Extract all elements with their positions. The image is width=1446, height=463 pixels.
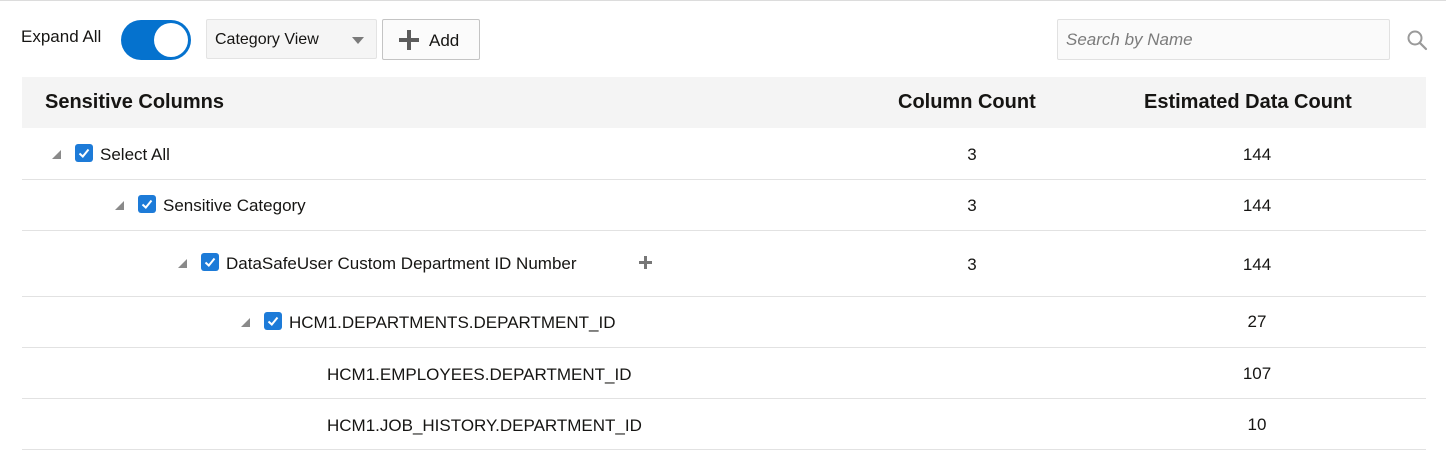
add-button[interactable]: Add [382,19,480,60]
row-checkbox[interactable] [264,312,282,330]
expand-triangle-icon[interactable] [52,150,61,159]
toggle-knob [154,23,188,57]
row-estimated-data-count: 10 [1247,415,1267,434]
table-row[interactable]: DataSafeUser Custom Department ID Number… [22,230,1426,297]
view-select[interactable]: Category View [206,19,377,59]
header-estimated-data-count[interactable]: Estimated Data Count [1144,91,1352,114]
row-column-count: 3 [967,255,977,274]
plus-icon [399,30,419,50]
table-row[interactable]: HCM1.EMPLOYEES.DEPARTMENT_ID 107 [22,347,1426,399]
select-all-checkbox[interactable] [75,144,93,162]
expand-triangle-icon[interactable] [241,318,250,327]
header-sensitive-columns[interactable]: Sensitive Columns [45,91,224,114]
row-estimated-data-count: 144 [1242,255,1272,274]
row-name: Sensitive Category [163,196,306,215]
row-name: HCM1.EMPLOYEES.DEPARTMENT_ID [327,365,632,384]
row-checkbox[interactable] [138,195,156,213]
expand-triangle-icon[interactable] [115,201,124,210]
row-name: Select All [100,145,170,164]
table-row[interactable]: Sensitive Category 3 144 [22,179,1426,231]
toolbar: Expand All Category View Add [0,0,1446,78]
table-row[interactable]: HCM1.JOB_HISTORY.DEPARTMENT_ID 10 [22,398,1426,450]
row-estimated-data-count: 27 [1247,312,1267,331]
plus-icon[interactable] [639,256,652,269]
chevron-down-icon [352,37,364,44]
row-column-count: 3 [967,196,977,215]
header-column-count[interactable]: Column Count [898,91,1036,114]
expand-all-toggle[interactable] [121,20,191,60]
expand-triangle-icon[interactable] [178,259,187,268]
search-icon[interactable] [1406,29,1428,51]
search-input[interactable] [1057,19,1390,60]
row-estimated-data-count: 107 [1242,364,1272,383]
row-name: DataSafeUser Custom Department ID Number [226,254,577,273]
row-name: HCM1.JOB_HISTORY.DEPARTMENT_ID [327,416,642,435]
add-button-label: Add [429,31,460,50]
row-estimated-data-count: 144 [1242,145,1272,164]
table-row[interactable]: HCM1.DEPARTMENTS.DEPARTMENT_ID 27 [22,296,1426,348]
row-name: HCM1.DEPARTMENTS.DEPARTMENT_ID [289,313,616,332]
view-select-value: Category View [215,31,319,48]
table-header: Sensitive Columns Column Count Estimated… [22,77,1426,128]
row-column-count: 3 [967,145,977,164]
row-checkbox[interactable] [201,253,219,271]
row-estimated-data-count: 144 [1242,196,1272,215]
expand-all-label: Expand All [21,27,102,46]
table-row[interactable]: Select All 3 144 [22,128,1426,180]
